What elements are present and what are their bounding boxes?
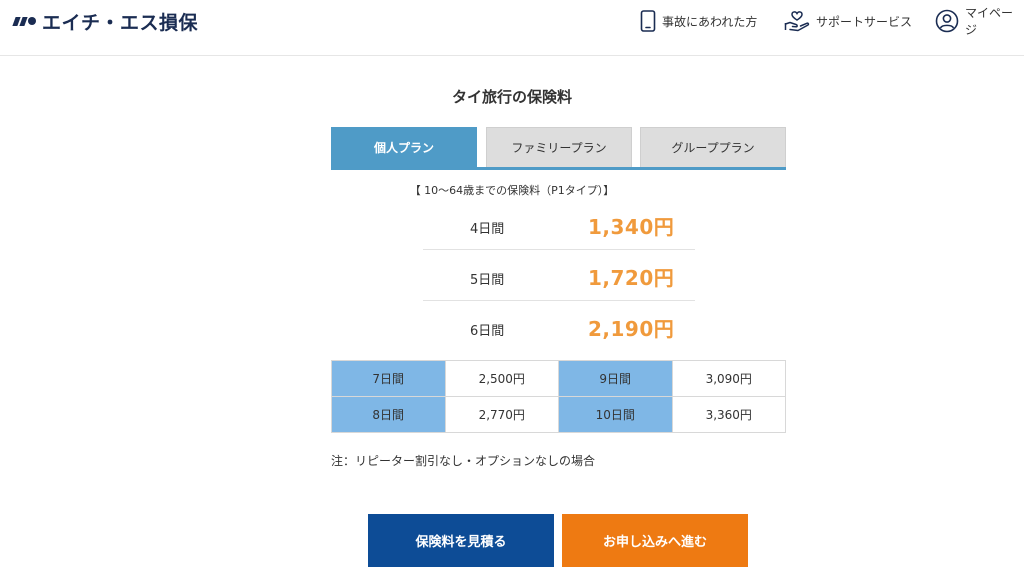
nav-accident-link[interactable]: 事故にあわれた方 [640, 8, 757, 34]
rate-table: 7日間 2,500円 9日間 3,090円 8日間 2,770円 10日間 3,… [331, 360, 786, 433]
tab-family-plan[interactable]: ファミリープラン [486, 127, 632, 167]
nav-mypage-label: マイページ [965, 6, 1014, 37]
premium-subtitle: 【 10〜64歳までの保険料（P1タイプ）】 [409, 184, 615, 197]
table-days-cell: 10日間 [558, 396, 673, 433]
table-price-cell: 3,090円 [671, 360, 786, 397]
nav-accident-label: 事故にあわれた方 [662, 14, 758, 29]
nav-support-link[interactable]: サポートサービス [784, 8, 912, 34]
table-price-cell: 3,360円 [671, 396, 786, 433]
logo-text: エイチ・エス損保 [42, 11, 199, 34]
page-title: タイ旅行の保険料 [451, 88, 572, 106]
price-days: 4日間 [470, 222, 505, 237]
table-days-cell: 8日間 [331, 396, 446, 433]
logo[interactable]: エイチ・エス損保 [12, 8, 199, 34]
table-days-cell: 7日間 [331, 360, 446, 397]
tab-individual-plan[interactable]: 個人プラン [331, 127, 477, 167]
nav-mypage-link[interactable]: マイページ [935, 6, 1024, 37]
table-days-cell: 9日間 [558, 360, 673, 397]
tab-group-plan[interactable]: グループプラン [640, 127, 786, 167]
plan-tabs: 個人プラン ファミリープラン グループプラン [331, 127, 786, 170]
smartphone-icon [640, 10, 656, 32]
apply-button[interactable]: お申し込みへ進む [562, 514, 748, 567]
price-days: 6日間 [470, 324, 505, 339]
price-list: 4日間 1,340円 5日間 1,720円 6日間 2,190円 [423, 199, 695, 352]
premium-note: 注：リピーター割引なし・オプションなしの場合 [331, 454, 596, 468]
price-row: 4日間 1,340円 [423, 199, 695, 250]
estimate-button[interactable]: 保険料を見積る [368, 514, 554, 567]
price-amount: 2,190円 [588, 317, 675, 341]
price-row: 5日間 1,720円 [423, 250, 695, 301]
table-price-cell: 2,770円 [444, 396, 559, 433]
site-header: エイチ・エス損保 事故にあわれた方 サポートサービス マイページ [0, 0, 1024, 56]
table-price-cell: 2,500円 [444, 360, 559, 397]
price-days: 5日間 [470, 273, 505, 288]
table-row: 7日間 2,500円 9日間 3,090円 [331, 360, 786, 397]
nav-support-label: サポートサービス [816, 14, 913, 29]
price-amount: 1,720円 [588, 266, 675, 290]
table-row: 8日間 2,770円 10日間 3,360円 [331, 396, 786, 433]
logo-mark-icon [12, 16, 36, 26]
user-icon [935, 9, 959, 33]
hand-heart-icon [784, 10, 810, 32]
price-row: 6日間 2,190円 [423, 301, 695, 352]
price-amount: 1,340円 [588, 215, 675, 239]
